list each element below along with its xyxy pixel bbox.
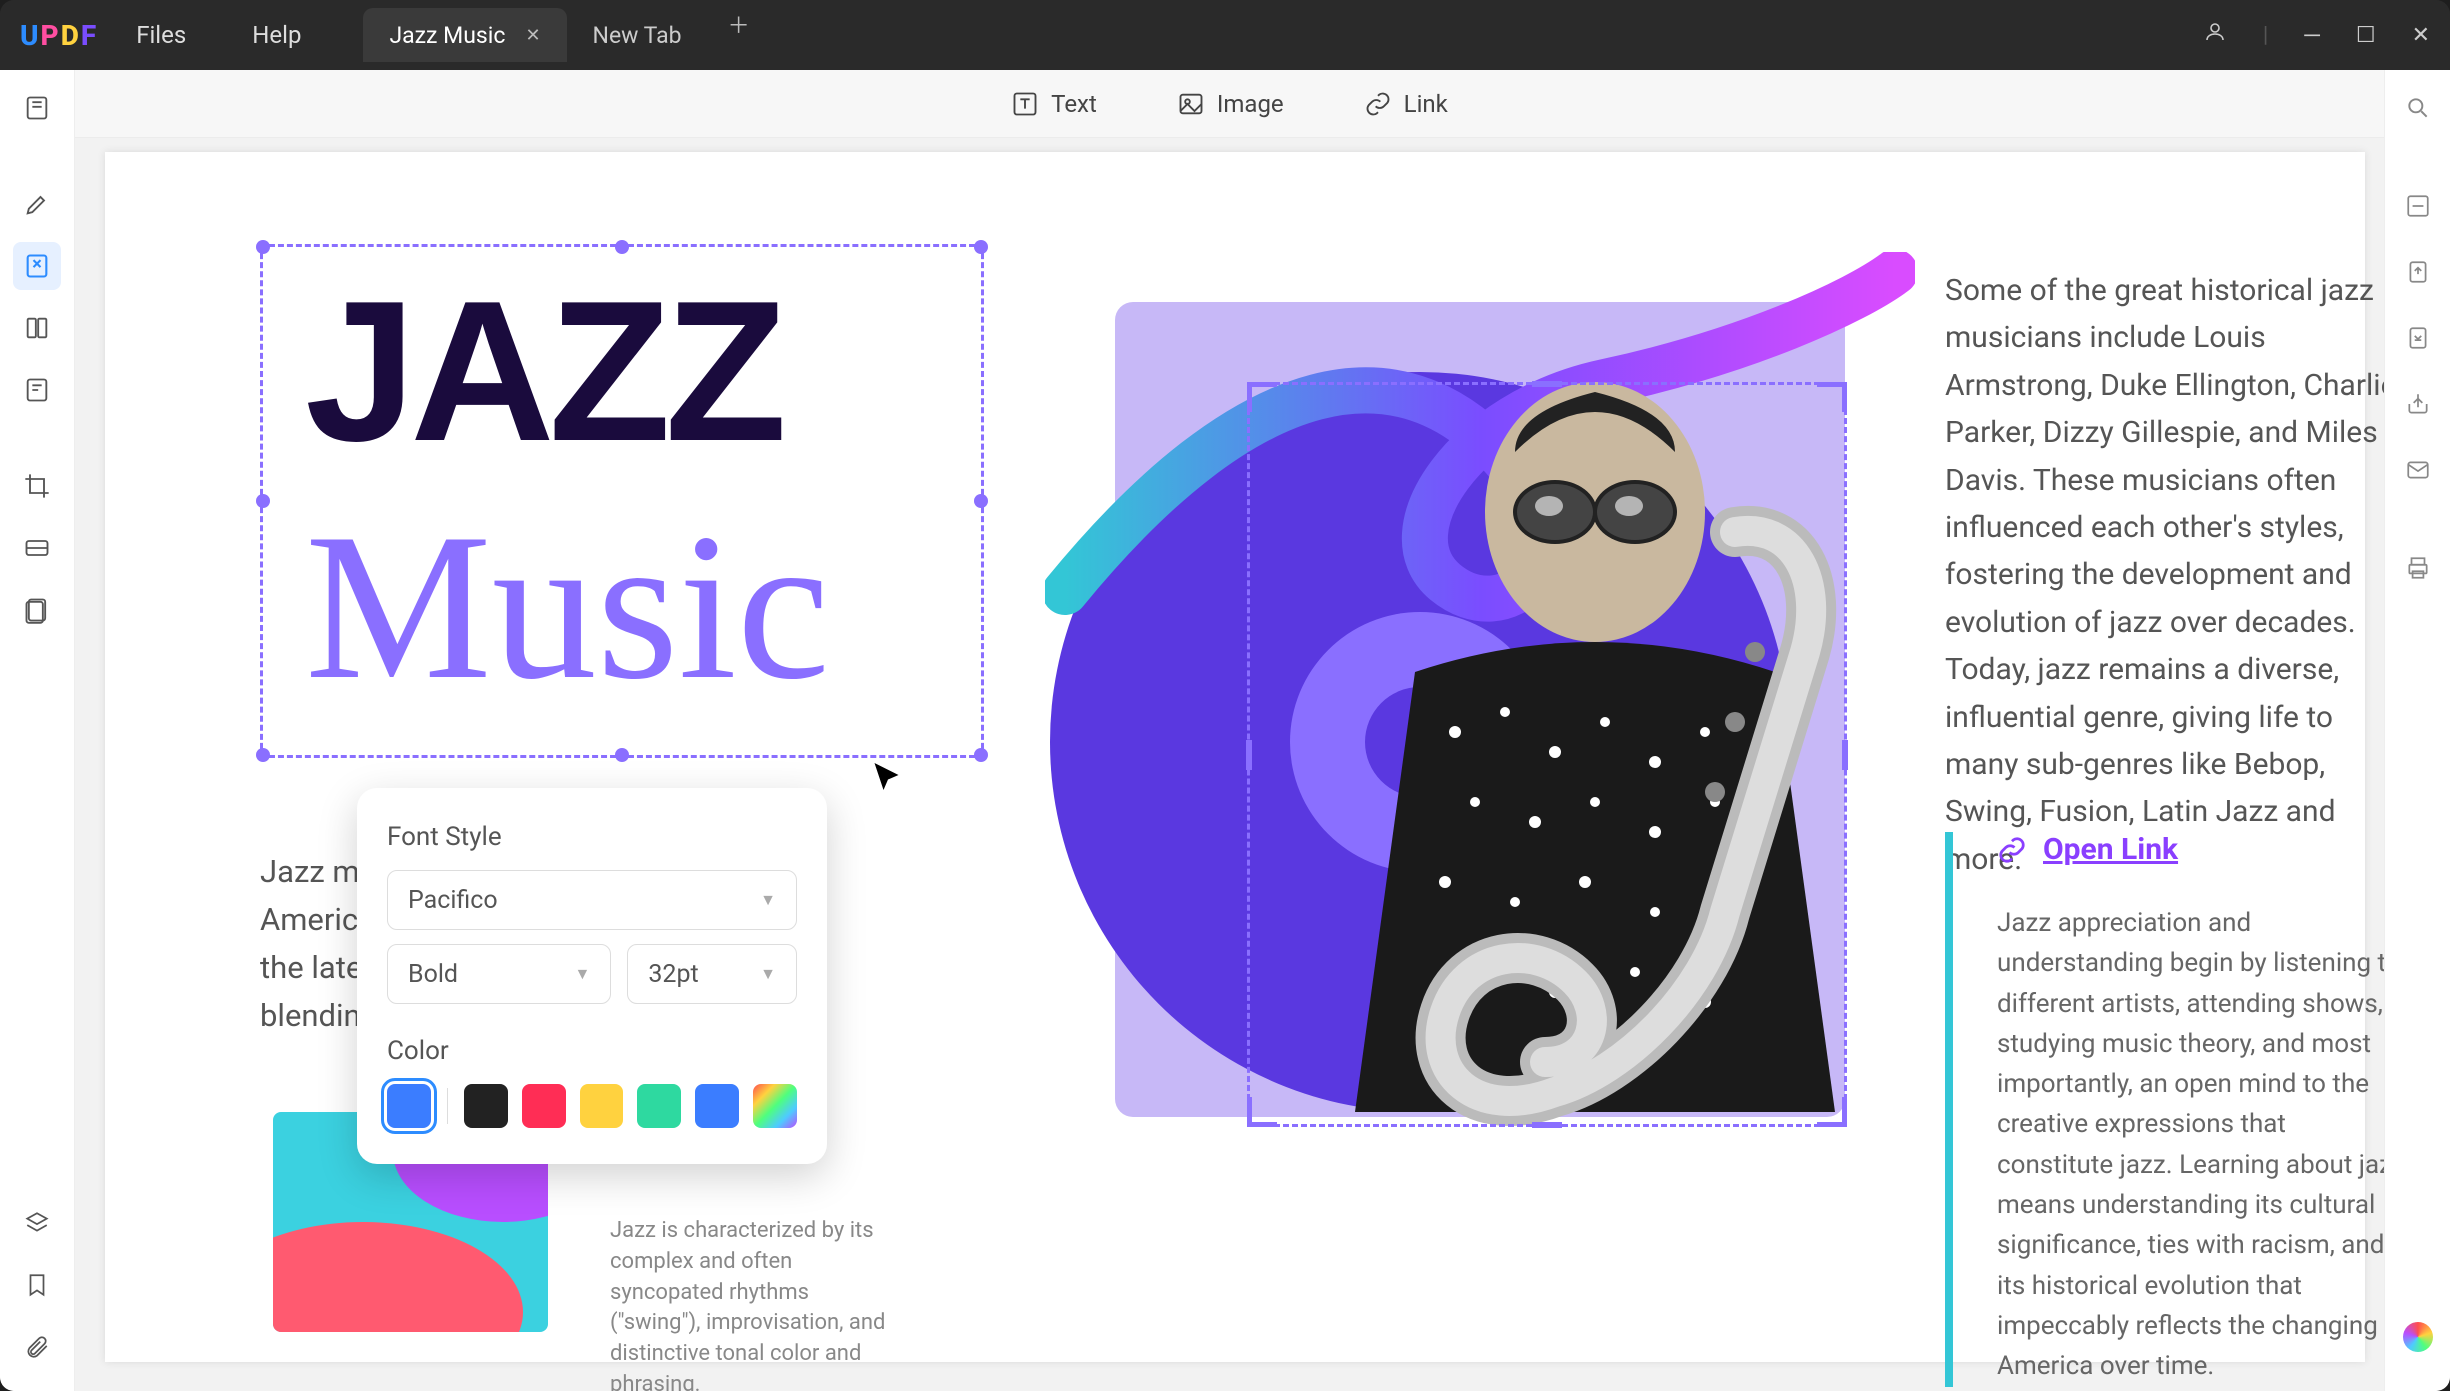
minimize-icon[interactable]: ─ [2304, 22, 2320, 48]
chevron-down-icon: ▼ [760, 890, 776, 910]
export-icon[interactable] [2394, 248, 2442, 296]
image-selection-box[interactable] [1247, 382, 1847, 1127]
maximize-icon[interactable]: ☐ [2356, 23, 2376, 48]
highlighter-icon[interactable] [13, 180, 61, 228]
window-controls: | ─ ☐ ✕ [2203, 20, 2430, 50]
font-size-select[interactable]: 32pt ▼ [627, 944, 797, 1004]
link-description[interactable]: Jazz appreciation and understanding begi… [1997, 903, 2384, 1387]
color-swatch-red[interactable] [522, 1084, 566, 1128]
color-swatch-black[interactable] [464, 1084, 508, 1128]
tab-label: New Tab [593, 22, 682, 49]
color-swatch-blue[interactable] [695, 1084, 739, 1128]
layers-icon[interactable] [13, 1199, 61, 1247]
user-icon[interactable] [2203, 20, 2227, 50]
font-style-label: Font Style [387, 822, 797, 852]
color-swatches [387, 1084, 797, 1128]
color-label: Color [387, 1036, 797, 1066]
edit-toolbar: Text Image Link [75, 70, 2384, 138]
tool-link-label: Link [1404, 90, 1448, 118]
attachment-icon[interactable] [13, 1323, 61, 1371]
watermark-icon[interactable] [13, 586, 61, 634]
tool-text-label: Text [1051, 90, 1097, 118]
titlebar: UPDF Files Help Jazz Music ✕ New Tab ＋ |… [0, 0, 2450, 70]
chevron-down-icon: ▼ [760, 964, 776, 984]
tool-text-button[interactable]: Text [1011, 90, 1097, 118]
pages-icon[interactable] [13, 304, 61, 352]
ai-icon[interactable] [2394, 1313, 2442, 1361]
color-swatch-yellow[interactable] [580, 1084, 624, 1128]
tab-close-icon[interactable]: ✕ [525, 25, 540, 46]
ocr-icon[interactable] [2394, 182, 2442, 230]
font-weight-value: Bold [408, 960, 458, 989]
body-text-right[interactable]: Some of the great historical jazz musici… [1945, 267, 2384, 883]
font-family-value: Pacifico [408, 886, 498, 915]
print-icon[interactable] [2394, 544, 2442, 592]
tool-image-button[interactable]: Image [1177, 90, 1284, 118]
canvas[interactable]: JAZZ Music Jazz music originated from th… [75, 138, 2384, 1391]
tool-link-button[interactable]: Link [1364, 90, 1448, 118]
page[interactable]: JAZZ Music Jazz music originated from th… [105, 152, 2365, 1362]
right-sidebar [2384, 70, 2450, 1391]
font-weight-select[interactable]: Bold ▼ [387, 944, 611, 1004]
share-icon[interactable] [2394, 380, 2442, 428]
mail-icon[interactable] [2394, 446, 2442, 494]
font-size-value: 32pt [648, 960, 698, 989]
title-line1[interactable]: JAZZ [305, 282, 781, 462]
app-logo: UPDF [20, 19, 98, 52]
swatch-divider [447, 1088, 448, 1124]
reader-icon[interactable] [13, 84, 61, 132]
open-link-label: Open Link [2043, 832, 2178, 867]
bookmark-icon[interactable] [13, 1261, 61, 1309]
font-style-popover: Font Style Pacifico ▼ Bold ▼ 32pt [357, 788, 827, 1164]
tabs: Jazz Music ✕ New Tab ＋ [363, 8, 769, 62]
font-family-select[interactable]: Pacifico ▼ [387, 870, 797, 930]
form-icon[interactable] [13, 366, 61, 414]
menu-help[interactable]: Help [224, 21, 329, 49]
color-swatch-selected[interactable] [387, 1084, 431, 1128]
tab-jazz-music[interactable]: Jazz Music ✕ [363, 8, 566, 62]
color-swatch-gradient[interactable] [753, 1084, 797, 1128]
tool-image-label: Image [1217, 90, 1284, 118]
redact-icon[interactable] [13, 524, 61, 572]
chevron-down-icon: ▼ [575, 964, 591, 984]
link-block: Open Link Jazz appreciation and understa… [1945, 832, 2384, 1387]
crop-icon[interactable] [13, 462, 61, 510]
convert-icon[interactable] [2394, 314, 2442, 362]
close-icon[interactable]: ✕ [2412, 23, 2430, 48]
search-icon[interactable] [2394, 84, 2442, 132]
color-swatch-teal[interactable] [637, 1084, 681, 1128]
tab-new[interactable]: New Tab [567, 8, 708, 62]
tab-label: Jazz Music [389, 22, 505, 49]
new-tab-button[interactable]: ＋ [708, 8, 770, 62]
title-line2[interactable]: Music [305, 502, 830, 712]
menu-files[interactable]: Files [108, 21, 214, 49]
edit-icon[interactable] [13, 242, 61, 290]
open-link[interactable]: Open Link [1997, 832, 2384, 867]
cursor-icon [870, 760, 906, 796]
left-sidebar [0, 70, 75, 1391]
caption-text[interactable]: Jazz is characterized by its complex and… [610, 1216, 900, 1391]
